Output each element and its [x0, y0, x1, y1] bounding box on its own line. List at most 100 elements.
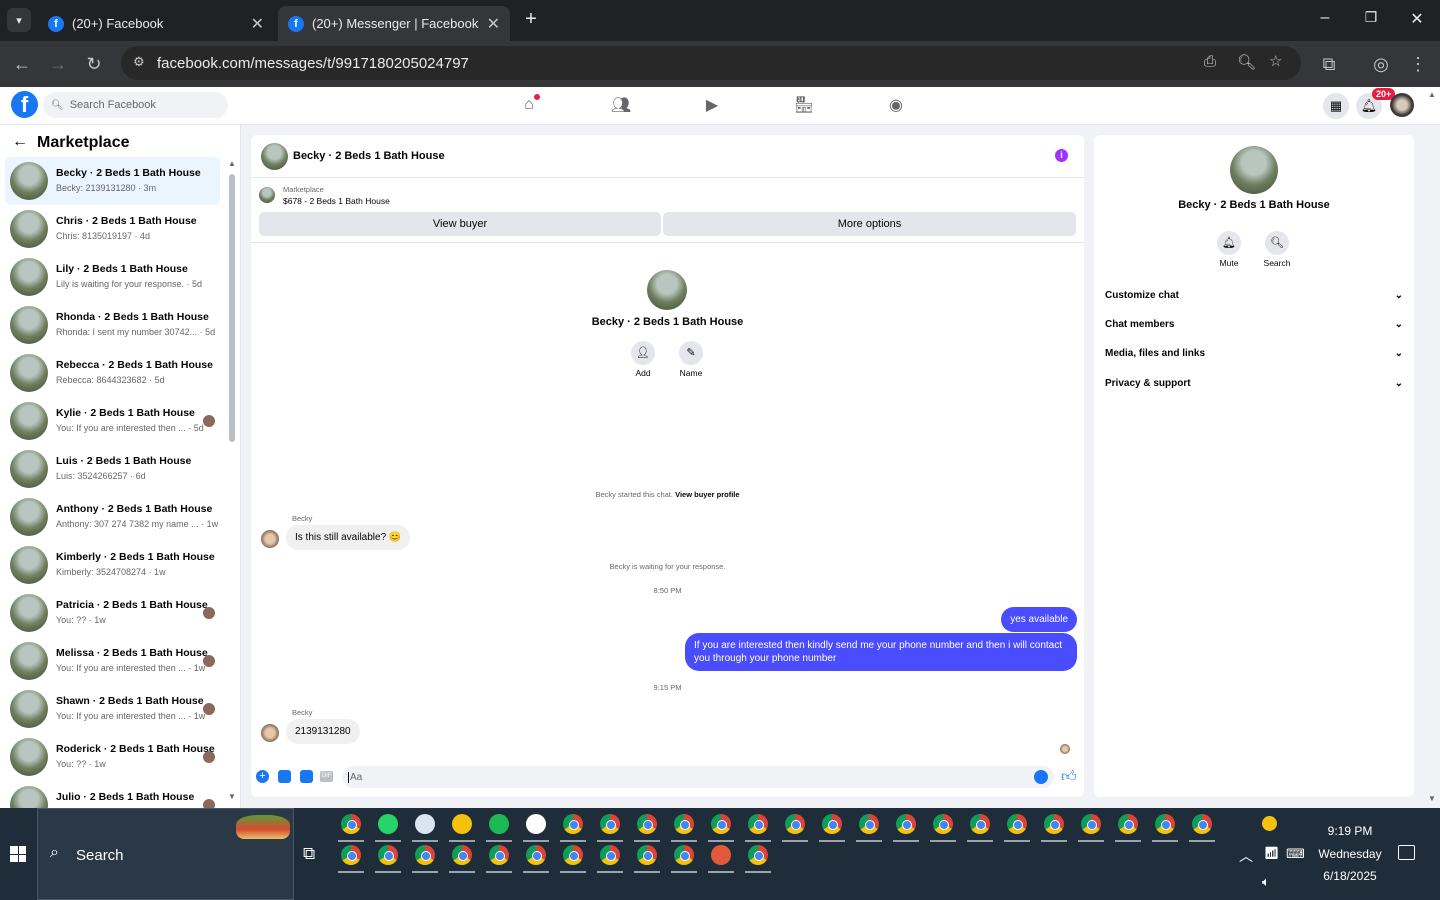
- like-thumbs-up-icon[interactable]: 👍︎: [1061, 768, 1077, 786]
- chrome-window-icon[interactable]: [341, 845, 361, 865]
- conversation-item[interactable]: Chris · 2 Beds 1 Bath House Chris: 813501…: [5, 205, 220, 253]
- chrome-window-icon[interactable]: [1155, 814, 1175, 834]
- chrome-window-icon[interactable]: [674, 845, 694, 865]
- listing-thumbnail[interactable]: [259, 187, 275, 203]
- conversation-item[interactable]: Melissa · 2 Beds 1 Bath House You: If you…: [5, 637, 220, 685]
- taskbar-search-box[interactable]: ⌕ Search: [37, 808, 294, 900]
- chrome-window-icon[interactable]: [970, 814, 990, 834]
- privacy-support-row[interactable]: Privacy & support ⌄: [1105, 378, 1403, 389]
- volume-icon[interactable]: 🔈︎: [1262, 874, 1270, 890]
- add-attachment-icon[interactable]: +: [256, 770, 269, 783]
- incoming-message[interactable]: 2139131280: [286, 719, 360, 744]
- chrome-window-icon[interactable]: [1044, 814, 1064, 834]
- chat-title[interactable]: Becky · 2 Beds 1 Bath House: [293, 150, 445, 162]
- emoji-icon[interactable]: [1034, 770, 1048, 784]
- conversation-item[interactable]: Luis · 2 Beds 1 Bath House Luis: 35242662…: [5, 445, 220, 493]
- install-app-icon[interactable]: ⎙: [1204, 53, 1216, 70]
- conversation-item[interactable]: Rebecca · 2 Beds 1 Bath House Rebecca: 86…: [5, 349, 220, 397]
- bookmark-star-icon[interactable]: ☆: [1269, 52, 1282, 70]
- info-icon[interactable]: i: [1055, 149, 1068, 162]
- tab-messenger[interactable]: f (20+) Messenger | Facebook ✕: [278, 6, 510, 41]
- chat-header-avatar[interactable]: [261, 143, 288, 170]
- show-hidden-icons-chevron[interactable]: ︿: [1239, 846, 1253, 866]
- whatsapp-icon[interactable]: [378, 814, 398, 834]
- account-avatar[interactable]: [1390, 93, 1414, 117]
- keyboard-icon[interactable]: ⌨: [1286, 846, 1305, 862]
- outgoing-message[interactable]: yes available: [1001, 607, 1077, 632]
- chrome-window-icon[interactable]: [674, 814, 694, 834]
- spotify-icon[interactable]: [489, 814, 509, 834]
- forward-icon[interactable]: →: [45, 51, 71, 77]
- chrome-window-icon[interactable]: [415, 845, 435, 865]
- minimize-button[interactable]: –: [1316, 9, 1334, 29]
- conversation-item[interactable]: Lily · 2 Beds 1 Bath House Lily is waitin…: [5, 253, 220, 301]
- home-icon[interactable]: ⌂: [519, 94, 540, 115]
- chrome-window-icon[interactable]: [896, 814, 916, 834]
- chrome-window-icon[interactable]: [452, 845, 472, 865]
- page-scroll-down-arrow[interactable]: ▼: [1428, 794, 1436, 803]
- tab-search-button[interactable]: ▾: [7, 8, 31, 32]
- conversation-item[interactable]: Becky · 2 Beds 1 Bath House Becky: 213913…: [5, 157, 220, 205]
- clock-time[interactable]: 9:19 PM: [1314, 824, 1386, 838]
- network-icon[interactable]: 📶︎: [1264, 846, 1279, 860]
- incoming-message[interactable]: Is this still available? 😊: [286, 525, 411, 550]
- chrome-window-icon[interactable]: [1118, 814, 1138, 834]
- facebook-logo-icon[interactable]: f: [11, 91, 38, 118]
- extensions-icon[interactable]: ⧉: [1316, 51, 1342, 77]
- chrome-window-icon[interactable]: [1192, 814, 1212, 834]
- chrome-window-icon[interactable]: [526, 845, 546, 865]
- sticker-icon[interactable]: [300, 770, 313, 783]
- chrome-window-icon[interactable]: [785, 814, 805, 834]
- conversation-item[interactable]: Roderick · 2 Beds 1 Bath House You: ?? · …: [5, 733, 220, 781]
- camera-app-icon[interactable]: [526, 814, 546, 834]
- view-buyer-button[interactable]: View buyer: [259, 212, 661, 236]
- conversation-item[interactable]: Kimberly · 2 Beds 1 Bath House Kimberly: …: [5, 541, 220, 589]
- close-tab-icon[interactable]: ✕: [487, 14, 500, 34]
- scrollbar-down-arrow[interactable]: ▼: [228, 792, 236, 801]
- friends-icon[interactable]: 👥︎: [611, 95, 631, 115]
- chrome-window-icon[interactable]: [563, 814, 583, 834]
- conversation-item[interactable]: Kylie · 2 Beds 1 Bath House You: If you a…: [5, 397, 220, 445]
- scrollbar-track[interactable]: ▲ ▼: [228, 157, 236, 805]
- file-explorer-icon[interactable]: [452, 814, 472, 834]
- conversation-item[interactable]: Shawn · 2 Beds 1 Bath House You: If you a…: [5, 685, 220, 733]
- chrome-window-icon[interactable]: [637, 814, 657, 834]
- media-files-links-row[interactable]: Media, files and links ⌄: [1105, 348, 1403, 359]
- tab-facebook[interactable]: f (20+) Facebook ✕: [38, 6, 274, 41]
- chrome-window-icon[interactable]: [748, 845, 768, 865]
- conversation-item[interactable]: Anthony · 2 Beds 1 Bath House Anthony: 30…: [5, 493, 220, 541]
- chrome-window-icon[interactable]: [378, 845, 398, 865]
- search-chat-button[interactable]: 🔍︎: [1265, 231, 1289, 255]
- restore-button[interactable]: ❐: [1362, 9, 1380, 29]
- chat-members-row[interactable]: Chat members ⌄: [1105, 319, 1403, 330]
- scrollbar-thumb[interactable]: [229, 174, 235, 442]
- mute-button[interactable]: 🔔︎: [1217, 231, 1241, 255]
- photo-icon[interactable]: [278, 770, 291, 783]
- windows-start-icon[interactable]: [10, 846, 26, 862]
- tray-app-icon[interactable]: [1262, 816, 1277, 831]
- action-center-icon[interactable]: [1398, 845, 1415, 860]
- profile-icon[interactable]: ◎: [1368, 51, 1394, 77]
- chrome-window-icon[interactable]: [933, 814, 953, 834]
- site-settings-icon[interactable]: ⚙: [133, 54, 145, 70]
- chrome-window-icon[interactable]: [489, 845, 509, 865]
- sender-avatar[interactable]: [261, 724, 279, 742]
- chrome-window-icon[interactable]: [637, 845, 657, 865]
- back-icon[interactable]: ←: [9, 51, 35, 77]
- outgoing-message[interactable]: If you are interested then kindly send m…: [685, 633, 1077, 671]
- chrome-window-icon[interactable]: [341, 814, 361, 834]
- chrome-window-icon[interactable]: [563, 845, 583, 865]
- gif-icon[interactable]: GIF: [320, 771, 333, 782]
- chrome-window-icon[interactable]: [711, 814, 731, 834]
- chrome-window-icon[interactable]: [600, 845, 620, 865]
- chrome-window-icon[interactable]: [1081, 814, 1101, 834]
- back-arrow-icon[interactable]: ←: [12, 133, 28, 151]
- profile-avatar[interactable]: [647, 270, 687, 310]
- clock-date[interactable]: 6/18/2025: [1310, 869, 1390, 883]
- page-scroll-up-arrow[interactable]: ▲: [1428, 90, 1436, 99]
- task-view-icon[interactable]: ⧉: [303, 844, 315, 864]
- video-icon[interactable]: ▶: [702, 95, 722, 115]
- add-people-button[interactable]: 👤︎: [631, 341, 655, 365]
- conversation-item[interactable]: Patricia · 2 Beds 1 Bath House You: ?? · …: [5, 589, 220, 637]
- more-options-button[interactable]: More options: [663, 212, 1076, 236]
